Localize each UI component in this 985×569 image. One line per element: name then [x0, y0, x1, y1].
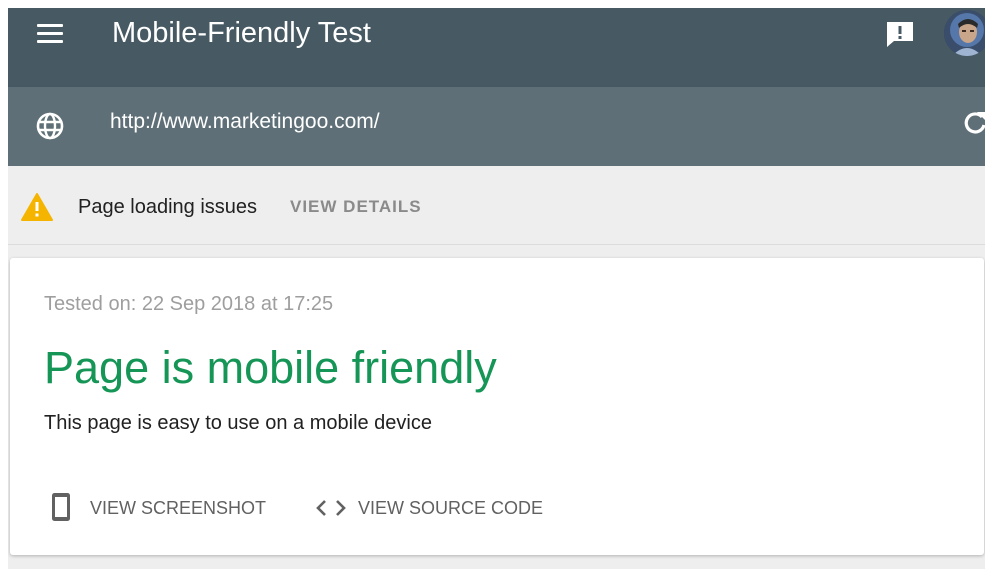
page-loading-issues-text: Page loading issues — [78, 196, 258, 218]
view-source-code-button[interactable]: VIEW SOURCE CODE — [314, 490, 554, 524]
page-loading-issues-bar: Page loading issues VIEW DETAILS — [8, 166, 985, 245]
warning-icon — [20, 192, 54, 222]
phone-icon — [48, 492, 74, 522]
url-bar — [8, 87, 985, 166]
view-source-code-label: VIEW SOURCE CODE — [358, 498, 544, 518]
app-frame: Mobile-Friendly Test http://www.marketin… — [8, 8, 985, 569]
app-title: Mobile-Friendly Test — [112, 17, 371, 49]
tested-on-timestamp: Tested on: 22 Sep 2018 at 17:25 — [44, 293, 334, 315]
view-screenshot-button[interactable]: VIEW SCREENSHOT — [48, 490, 278, 524]
view-screenshot-label: VIEW SCREENSHOT — [90, 498, 267, 518]
hamburger-menu-icon[interactable] — [34, 22, 66, 44]
url-input[interactable] — [110, 105, 810, 139]
result-title: Page is mobile friendly — [44, 342, 497, 393]
result-card: Tested on: 22 Sep 2018 at 17:25 Page is … — [10, 258, 984, 555]
user-avatar[interactable] — [944, 10, 985, 56]
feedback-icon[interactable] — [884, 19, 916, 49]
view-details-button[interactable]: VIEW DETAILS — [290, 194, 422, 220]
top-app-bar: Mobile-Friendly Test — [8, 8, 985, 87]
reload-icon[interactable] — [960, 108, 985, 138]
globe-icon — [35, 111, 65, 141]
code-icon — [314, 496, 348, 520]
result-description: This page is easy to use on a mobile dev… — [44, 412, 432, 434]
